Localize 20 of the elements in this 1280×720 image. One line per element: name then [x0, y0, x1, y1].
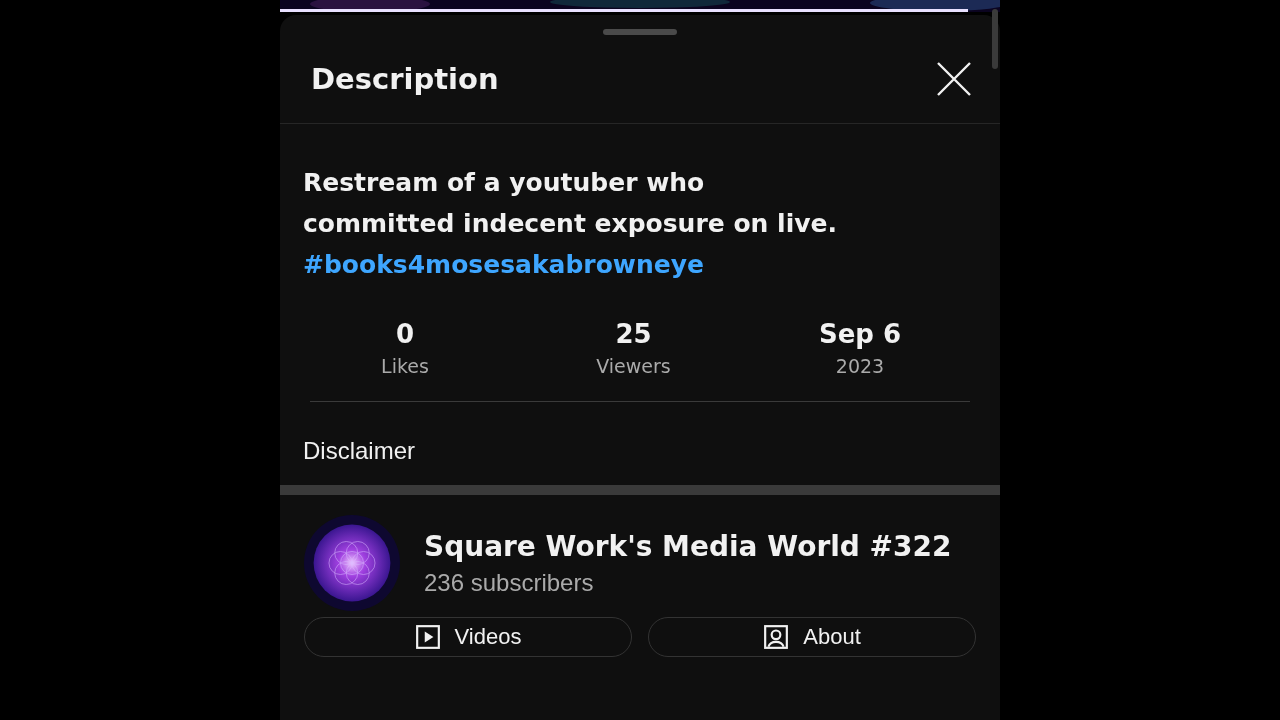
stat-label: 2023: [835, 355, 885, 377]
stat-value: 25: [615, 319, 652, 349]
about-button[interactable]: About: [648, 617, 976, 657]
stat-value: 0: [395, 319, 415, 349]
drag-handle[interactable]: [603, 29, 677, 35]
channel-avatar[interactable]: [304, 515, 400, 611]
play-icon: [414, 624, 441, 650]
person-icon: [763, 624, 790, 650]
stat-value: Sep 6: [818, 319, 902, 349]
hashtag-link[interactable]: #books4mosesakabrowneye: [303, 244, 704, 285]
close-icon[interactable]: [936, 61, 972, 97]
panel-title: Description: [311, 62, 499, 96]
disclaimer-link[interactable]: Disclaimer: [303, 437, 970, 465]
description-text: Restream of a youtuber who committed indecent exposure on live.: [303, 167, 838, 240]
subscriber-count: 236 subscribers: [424, 568, 595, 597]
stat-label: Likes: [381, 355, 429, 377]
channel-name[interactable]: Square Work's Media World #322: [424, 529, 952, 563]
videos-button[interactable]: Videos: [304, 617, 632, 657]
scrollbar[interactable]: [992, 9, 998, 69]
stat-label: Viewers: [596, 355, 671, 377]
